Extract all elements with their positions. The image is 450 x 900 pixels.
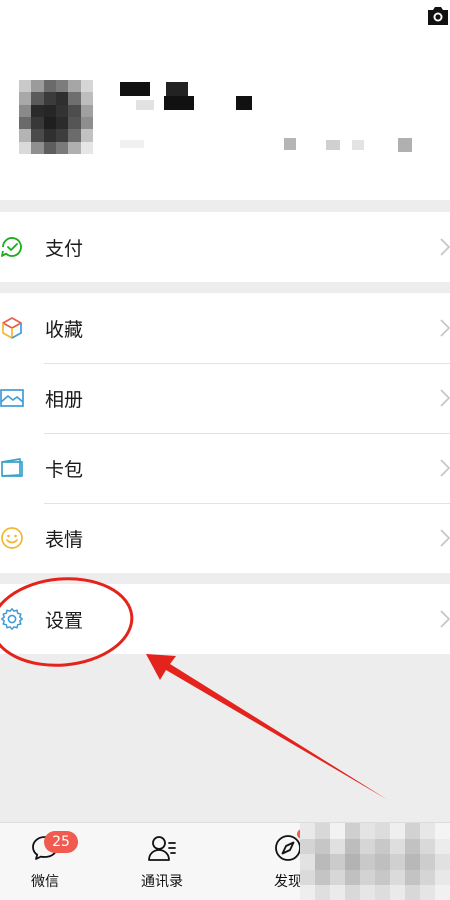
bottom-tab-bar: 25 微信 通讯录 发现 — [0, 822, 450, 900]
camera-icon[interactable] — [426, 4, 450, 26]
menu-item-label: 支付 — [45, 237, 84, 260]
menu-item-label: 设置 — [45, 609, 84, 632]
chevron-right-icon — [440, 238, 450, 256]
card-pack-icon — [1, 458, 23, 477]
avatar[interactable] — [19, 80, 93, 154]
menu-item-label: 卡包 — [45, 458, 84, 481]
tab-label: 通讯录 — [141, 874, 183, 890]
menu-item-pay[interactable]: 支付 — [0, 212, 450, 282]
menu-item-settings[interactable]: 设置 — [0, 584, 450, 654]
profile-header[interactable] — [0, 0, 450, 200]
wallet-check-icon — [1, 237, 22, 257]
cube-icon — [2, 317, 22, 339]
menu-item-stickers[interactable]: 表情 — [0, 503, 450, 573]
chevron-right-icon — [440, 459, 450, 477]
tab-label: 微信 — [31, 874, 59, 890]
unread-badge: 25 — [44, 831, 78, 853]
tab-chats[interactable]: 25 微信 — [0, 823, 90, 900]
menu-group-main: 收藏 相册 卡包 表情 — [0, 293, 450, 573]
menu-item-cards[interactable]: 卡包 — [0, 433, 450, 503]
gear-icon — [1, 608, 23, 630]
tab-contacts[interactable]: 通讯录 — [117, 823, 207, 900]
pixelated-area — [300, 823, 450, 900]
annotation-arrow — [146, 654, 388, 800]
menu-item-label: 相册 — [45, 388, 84, 411]
menu-group-pay: 支付 — [0, 212, 450, 282]
menu-group-settings: 设置 — [0, 584, 450, 654]
chevron-right-icon — [440, 529, 450, 547]
menu-item-favorites[interactable]: 收藏 — [0, 293, 450, 363]
landscape-icon — [0, 389, 24, 407]
menu-item-label: 收藏 — [45, 318, 84, 341]
chevron-right-icon — [440, 319, 450, 337]
chevron-right-icon — [440, 389, 450, 407]
smiley-icon — [1, 527, 23, 549]
contacts-icon — [148, 836, 176, 861]
menu-item-album[interactable]: 相册 — [0, 363, 450, 433]
menu-item-label: 表情 — [45, 528, 84, 551]
chevron-right-icon — [440, 610, 450, 628]
